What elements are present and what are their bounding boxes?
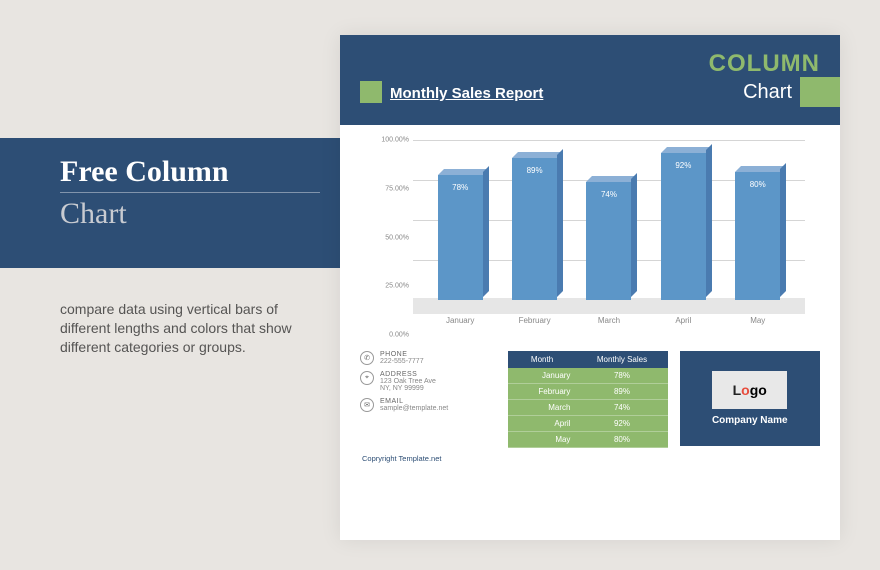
table-cell-month: April [508, 416, 577, 432]
accent-bar-icon [800, 77, 840, 107]
bar: 80% [733, 166, 783, 300]
card-bottom-row: ✆ PHONE 222-555-7777 ⌖ ADDRESS 123 Oak T… [340, 343, 840, 448]
logo-block: Logo Company Name [680, 351, 820, 446]
x-axis: January February March April May [413, 316, 805, 325]
bar: 74% [584, 176, 634, 300]
table-row: April92% [508, 416, 668, 432]
table-row: May80% [508, 432, 668, 448]
location-icon: ⌖ [360, 371, 374, 385]
bar: 78% [435, 169, 485, 300]
data-table: Month Monthly Sales January78%February89… [508, 351, 668, 448]
bar-value-label: 89% [512, 166, 557, 175]
table-cell-value: 92% [576, 416, 667, 432]
address-heading: ADDRESS [380, 371, 436, 378]
table-cell-month: February [508, 384, 577, 400]
table-cell-value: 74% [576, 400, 667, 416]
template-card: Monthly Sales Report COLUMN Chart 100.00… [340, 35, 840, 540]
x-tick: February [510, 316, 560, 325]
table-row: March74% [508, 400, 668, 416]
card-header: Monthly Sales Report COLUMN Chart [340, 35, 840, 125]
table-row: January78% [508, 368, 668, 384]
table-cell-value: 80% [576, 432, 667, 448]
logo-icon: Logo [712, 371, 787, 409]
column-chart: 100.00% 75.00% 50.00% 25.00% 0.00% 78%89… [365, 140, 815, 335]
copyright-text: Copryright Template.net [340, 448, 840, 463]
bar: 92% [658, 147, 708, 300]
bar-value-label: 74% [586, 190, 631, 199]
table-cell-month: January [508, 368, 577, 384]
address-line2: NY, NY 99999 [380, 385, 436, 392]
y-tick: 25.00% [365, 283, 409, 290]
phone-heading: PHONE [380, 351, 424, 358]
table-row: February89% [508, 384, 668, 400]
page-title-line2: Chart [60, 197, 320, 231]
chart-container: 100.00% 75.00% 50.00% 25.00% 0.00% 78% 89… [340, 125, 840, 343]
table-cell-month: March [508, 400, 577, 416]
x-tick: January [435, 316, 485, 325]
company-name: Company Name [712, 415, 788, 426]
y-tick: 0.00% [365, 332, 409, 339]
page-description: compare data using vertical bars of diff… [60, 300, 315, 357]
bar: 89% [510, 152, 560, 300]
x-tick: April [658, 316, 708, 325]
bar-value-label: 80% [735, 180, 780, 189]
chart-floor [413, 298, 805, 314]
left-title-block: Free Column Chart [60, 155, 320, 231]
x-tick: March [584, 316, 634, 325]
page-title-line1: Free Column [60, 155, 320, 193]
y-tick: 50.00% [365, 234, 409, 241]
email-heading: EMAIL [380, 398, 448, 405]
table-header-sales: Monthly Sales [576, 351, 667, 368]
phone-icon: ✆ [360, 351, 374, 365]
phone-value: 222-555-7777 [380, 358, 424, 365]
header-word-chart: Chart [743, 81, 792, 104]
header-word-column: COLUMN [709, 50, 820, 78]
email-icon: ✉ [360, 398, 374, 412]
table-header-month: Month [508, 351, 577, 368]
contact-block: ✆ PHONE 222-555-7777 ⌖ ADDRESS 123 Oak T… [360, 351, 496, 448]
bar-value-label: 78% [438, 183, 483, 192]
report-title: Monthly Sales Report [390, 85, 543, 102]
table-cell-month: May [508, 432, 577, 448]
y-tick: 75.00% [365, 185, 409, 192]
table-cell-value: 89% [576, 384, 667, 400]
x-tick: May [733, 316, 783, 325]
accent-square-icon [360, 81, 382, 103]
y-tick: 100.00% [365, 137, 409, 144]
table-cell-value: 78% [576, 368, 667, 384]
bars-group: 78% 89% 74% 92% 80% [413, 140, 805, 300]
address-line1: 123 Oak Tree Ave [380, 378, 436, 385]
bar-value-label: 92% [661, 161, 706, 170]
email-value: sample@template.net [380, 405, 448, 412]
